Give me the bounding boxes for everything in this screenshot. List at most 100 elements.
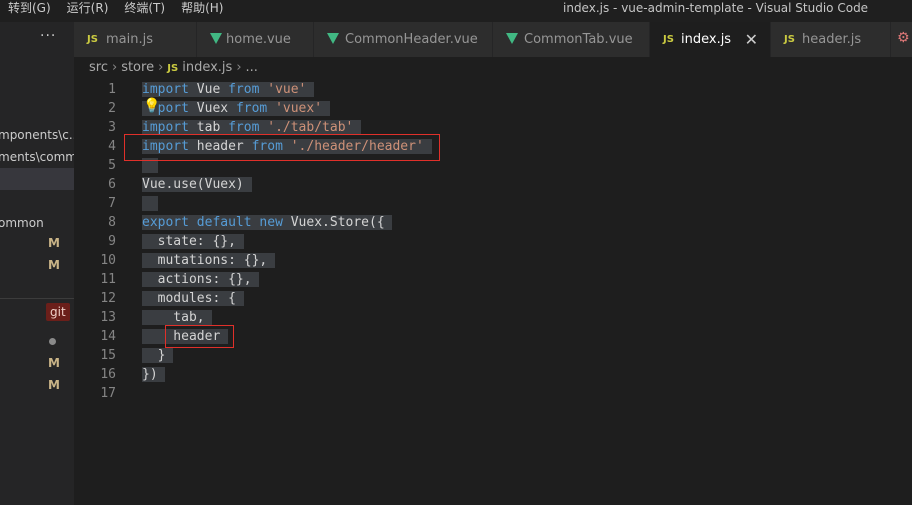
modified-badge: M (48, 378, 60, 392)
tab-commonheader-vue[interactable]: CommonHeader.vue (314, 22, 493, 57)
code-text: mutations: {}, (142, 251, 276, 270)
tab-home-vue[interactable]: home.vue (197, 22, 314, 57)
tab-label: home.vue (226, 32, 291, 47)
chevron-right-icon: › (158, 60, 164, 75)
line-number: 16 (100, 367, 116, 382)
code-line[interactable]: 16}) (74, 365, 912, 384)
code-line[interactable]: 13 tab, (74, 308, 912, 327)
tab-overflow[interactable]: ⚙ (891, 22, 912, 57)
identifier-token: header (188, 139, 252, 154)
menu-run[interactable]: 运行(R) (59, 0, 117, 22)
keyword-token: import (142, 120, 189, 135)
code-text (142, 156, 158, 175)
string-token: './header/header' (290, 139, 424, 154)
code-text: import Vue from 'vue' (142, 80, 315, 99)
js-icon: JS (167, 63, 179, 74)
keyword-token: import (142, 82, 189, 97)
keyword-token: from (228, 120, 260, 135)
code-line[interactable]: 10 mutations: {}, (74, 251, 912, 270)
identifier-token: Vue.use(Vuex) (142, 177, 244, 192)
line-number: 11 (100, 272, 116, 287)
breadcrumb-item[interactable]: store (121, 60, 154, 75)
line-number: 3 (108, 120, 116, 135)
tab-index-js[interactable]: JS index.js ✕ (650, 22, 771, 57)
untracked-dot-icon (49, 338, 56, 345)
git-badge[interactable]: git (46, 303, 70, 321)
code-line[interactable]: 6 Vue.use(Vuex) (74, 175, 912, 194)
code-line[interactable]: 12 modules: { (74, 289, 912, 308)
sidebar-item-label: ments\comm... (0, 150, 74, 164)
code-text: } (142, 346, 174, 365)
line-number: 12 (100, 291, 116, 306)
code-text: state: {}, (142, 232, 244, 251)
identifier-token: header (142, 329, 221, 344)
keyword-token: export (142, 215, 189, 230)
identifier-token: actions: {}, (142, 272, 252, 287)
breadcrumb-item[interactable]: ... (246, 60, 258, 75)
code-line[interactable]: 5 (74, 156, 912, 175)
sidebar-item[interactable]: ommon (0, 212, 74, 234)
identifier-token: tab (188, 120, 229, 135)
line-number: 6 (108, 177, 116, 192)
code-editor[interactable]: 17 16}) 15 } 14 header 13 tab, 12 modules… (74, 79, 912, 505)
menu-terminal[interactable]: 终端(T) (116, 0, 173, 22)
explorer-sidebar: ··· mponents\c... ments\comm... ommon M … (0, 22, 74, 505)
vue-icon (327, 22, 339, 57)
window-title: index.js - vue-admin-template - Visual S… (563, 1, 869, 15)
line-number: 4 (108, 139, 116, 154)
more-actions-icon[interactable]: ··· (40, 28, 56, 44)
identifier-token: state: {}, (142, 234, 236, 249)
close-icon[interactable]: ✕ (745, 22, 758, 57)
line-number: 7 (108, 196, 116, 211)
identifier-token: Vuex.Store({ (282, 215, 385, 230)
code-line[interactable]: 7 (74, 194, 912, 213)
chevron-right-icon: › (236, 60, 242, 75)
keyword-token: from (251, 139, 283, 154)
sidebar-divider (0, 298, 74, 299)
code-line[interactable]: 8 export default new Vuex.Store({ (74, 213, 912, 232)
menu-help[interactable]: 帮助(H) (173, 0, 231, 22)
code-text: import header from './header/header' (142, 137, 432, 156)
identifier-token: }) (142, 367, 158, 382)
code-line[interactable]: 15 } (74, 346, 912, 365)
vue-icon (210, 22, 222, 57)
sidebar-item[interactable]: mponents\c... (0, 124, 74, 146)
tab-commontab-vue[interactable]: CommonTab.vue (493, 22, 650, 57)
string-token: 'vue' (267, 82, 307, 97)
line-number: 1 (108, 82, 116, 97)
code-line[interactable]: 4 import header from './header/header' (74, 137, 912, 156)
keyword-token: new (259, 215, 283, 230)
lightbulb-icon[interactable]: 💡 (143, 98, 160, 114)
menu-goto[interactable]: 转到(G) (0, 0, 59, 22)
breadcrumb-item[interactable]: index.js (182, 60, 232, 75)
modified-badge: M (48, 258, 60, 272)
line-number: 8 (108, 215, 116, 230)
code-text: header (142, 327, 229, 346)
tab-label: main.js (106, 32, 153, 47)
keyword-token: import (142, 139, 189, 154)
code-line[interactable]: 9 state: {}, (74, 232, 912, 251)
line-number: 14 (100, 329, 116, 344)
tab-main-js[interactable]: JS main.js (74, 22, 197, 57)
identifier-token (283, 139, 291, 154)
code-line[interactable]: 3 import tab from './tab/tab' (74, 118, 912, 137)
code-line[interactable]: 2 port Vuex from 'vuex' (74, 99, 912, 118)
js-icon: JS (87, 34, 98, 45)
sidebar-item-label: mponents\c... (0, 128, 74, 142)
js-icon: JS (784, 34, 795, 45)
sidebar-item[interactable]: ments\comm... (0, 146, 74, 168)
code-line[interactable]: 17 (74, 384, 912, 403)
code-line[interactable]: 14 header (74, 327, 912, 346)
breadcrumb-item[interactable]: src (89, 60, 108, 75)
tab-label: index.js (681, 32, 732, 47)
code-line[interactable]: 11 actions: {}, (74, 270, 912, 289)
settings-file-icon: ⚙ (897, 30, 910, 46)
code-text: }) (142, 365, 166, 384)
code-text (142, 194, 158, 213)
line-number: 13 (100, 310, 116, 325)
sidebar-item-selected[interactable] (0, 168, 74, 190)
tab-header-js[interactable]: JS header.js (771, 22, 891, 57)
code-line[interactable]: 1 import Vue from 'vue' (74, 80, 912, 99)
line-number: 10 (100, 253, 116, 268)
keyword-token: default (196, 215, 252, 230)
